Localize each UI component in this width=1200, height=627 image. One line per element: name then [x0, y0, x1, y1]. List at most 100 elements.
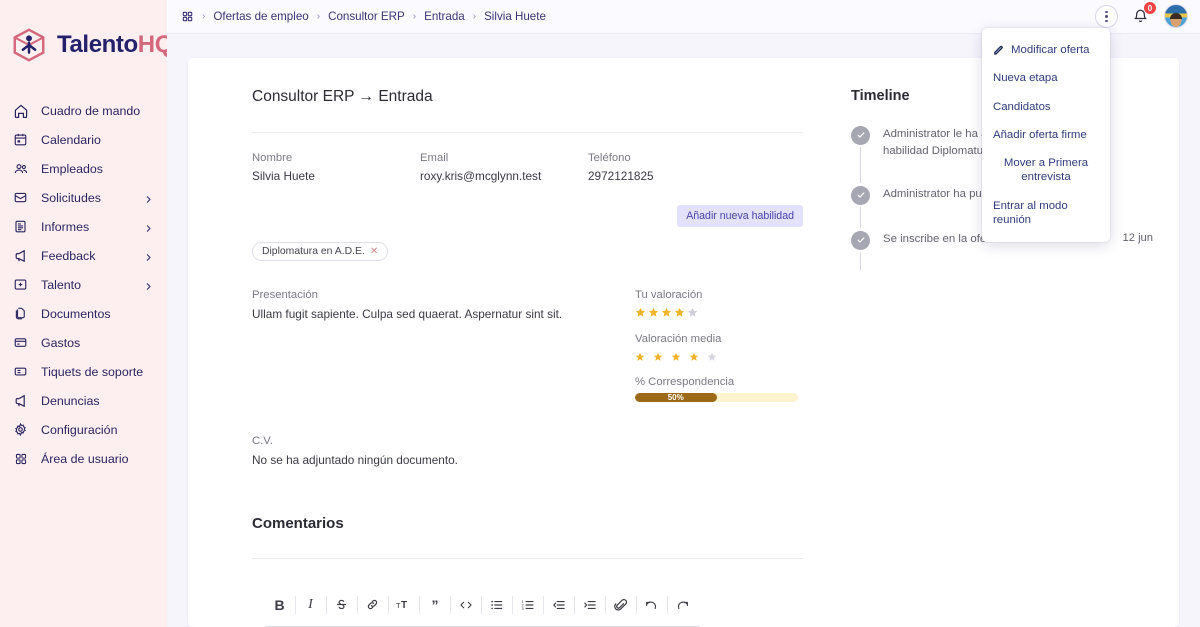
menu-item-label: Candidatos: [993, 100, 1051, 113]
sidebar-item-label: Solicitudes: [41, 190, 101, 205]
notifications-button[interactable]: 0: [1131, 2, 1156, 26]
field-label: Teléfono: [588, 151, 631, 164]
star-filled: [635, 349, 645, 361]
skill-chip[interactable]: Diplomatura en A.D.E. ✕: [252, 241, 389, 261]
bold-icon[interactable]: B: [264, 593, 295, 617]
indent-icon[interactable]: [574, 593, 605, 617]
star-empty[interactable]: [687, 305, 698, 317]
sidebar-item-configuracion[interactable]: Configuración: [0, 415, 167, 444]
field-value: roxy.kris@mcglynn.test: [420, 168, 542, 183]
your-rating-stars[interactable]: [635, 305, 803, 317]
topbar-actions: 0: [1095, 2, 1188, 29]
ticket-icon: [12, 363, 29, 380]
menu-item-label: Mover a Primera entrevista: [1003, 157, 1089, 184]
sidebar-item-label: Denuncias: [41, 393, 100, 408]
grid-icon[interactable]: [181, 10, 194, 23]
cube-person-logo-icon: [10, 26, 48, 64]
numbered-list-icon[interactable]: 123: [512, 593, 543, 617]
field-label: Nombre: [252, 151, 293, 164]
sidebar-item-label: Documentos: [41, 306, 111, 321]
sidebar: TalentoHQ Cuadro de mando Calendario Emp…: [0, 0, 173, 627]
breadcrumb-item-1[interactable]: Consultor ERP: [328, 10, 405, 23]
code-icon[interactable]: [450, 593, 481, 617]
sidebar-item-cuadro-de-mando[interactable]: Cuadro de mando: [0, 96, 167, 125]
presentation-and-ratings: Presentación Ullam fugit sapiente. Culpa…: [252, 289, 803, 402]
star-filled[interactable]: [648, 305, 659, 317]
text-size-icon[interactable]: TT: [388, 593, 419, 617]
add-skill-button[interactable]: Añadir nueva habilidad: [677, 204, 803, 227]
calendar-icon: [12, 131, 29, 148]
menu-item-nueva-etapa[interactable]: Nueva etapa: [982, 64, 1110, 92]
divider: [252, 557, 803, 559]
breadcrumb-item-2[interactable]: Entrada: [424, 10, 465, 23]
sidebar-nav: Cuadro de mando Calendario Empleados Sol…: [0, 96, 167, 473]
card-icon: [12, 334, 29, 351]
menu-item-entrar-al-modo-reunion[interactable]: Entrar al modo reunión: [982, 192, 1110, 235]
report-icon: [12, 218, 29, 235]
kebab-menu-icon[interactable]: [1095, 4, 1118, 28]
sidebar-item-label: Informes: [41, 219, 90, 234]
star-filled: [671, 349, 681, 361]
star-filled[interactable]: [635, 305, 646, 317]
brand-logo[interactable]: TalentoHQ: [0, 22, 173, 68]
breadcrumb-item-0[interactable]: Ofertas de empleo: [213, 10, 308, 23]
comments-title: Comentarios: [252, 514, 344, 532]
check-icon: [851, 230, 870, 250]
sidebar-item-label: Calendario: [41, 132, 101, 147]
cv-label: C.V.: [252, 434, 273, 447]
italic-icon[interactable]: I: [295, 593, 326, 617]
sidebar-item-gastos[interactable]: Gastos: [0, 328, 167, 357]
average-rating-label: Valoración media: [635, 332, 722, 345]
attachment-icon[interactable]: [605, 593, 636, 617]
menu-item-label: Modificar oferta: [1011, 44, 1090, 56]
sidebar-item-calendario[interactable]: Calendario: [0, 125, 167, 154]
strikethrough-icon[interactable]: [326, 593, 357, 617]
star-filled[interactable]: [661, 305, 672, 317]
sidebar-item-informes[interactable]: Informes: [0, 212, 167, 241]
sidebar-item-documentos[interactable]: Documentos: [0, 299, 167, 328]
average-rating-stars: [635, 349, 803, 361]
sidebar-item-empleados[interactable]: Empleados: [0, 154, 167, 183]
avatar-hair: [1170, 12, 1182, 19]
home-icon: [12, 102, 29, 119]
sidebar-item-talento[interactable]: Talento: [0, 270, 167, 299]
match-progress-value: 50%: [667, 392, 684, 402]
star-empty: [707, 349, 717, 361]
redo-icon[interactable]: [667, 593, 698, 617]
sidebar-item-area-de-usuario[interactable]: Área de usuario: [0, 444, 167, 473]
menu-item-label: Entrar al modo reunión: [993, 199, 1068, 226]
menu-item-mover-a-primera-entrevista[interactable]: Mover a Primera entrevista: [982, 149, 1110, 192]
outdent-icon[interactable]: [543, 593, 574, 617]
menu-item-label: Añadir oferta firme: [993, 128, 1087, 141]
avatar[interactable]: [1164, 4, 1188, 29]
star-filled[interactable]: [674, 305, 685, 317]
skills-list: Diplomatura en A.D.E. ✕: [252, 241, 803, 261]
sidebar-item-denuncias[interactable]: Denuncias: [0, 386, 167, 415]
field-telefono: Teléfono 2972121825: [588, 152, 654, 183]
app-root: TalentoHQ Cuadro de mando Calendario Emp…: [0, 0, 1200, 627]
sidebar-item-tiquets-de-soporte[interactable]: Tiquets de soporte: [0, 357, 167, 386]
sidebar-item-feedback[interactable]: Feedback: [0, 241, 167, 270]
svg-text:3: 3: [521, 605, 524, 610]
link-icon[interactable]: [357, 593, 388, 617]
menu-item-candidatos[interactable]: Candidatos: [982, 93, 1110, 121]
users-icon: [12, 160, 29, 177]
field-nombre: Nombre Silvia Huete: [252, 152, 420, 183]
match-progress-track: 50%: [635, 392, 798, 402]
field-label: Email: [420, 151, 449, 164]
undo-icon[interactable]: [636, 593, 667, 617]
breadcrumb: › Ofertas de empleo › Consultor ERP › En…: [181, 10, 1095, 23]
sidebar-item-solicitudes[interactable]: Solicitudes: [0, 183, 167, 212]
menu-item-anadir-oferta-firme[interactable]: Añadir oferta firme: [982, 121, 1110, 149]
breadcrumb-separator: ›: [412, 10, 417, 22]
bullet-list-icon[interactable]: [481, 593, 512, 617]
page-title: Consultor ERP → Entrada: [252, 87, 433, 105]
notification-badge: 0: [1144, 2, 1156, 15]
menu-item-modificar-oferta[interactable]: Modificar oferta: [982, 36, 1110, 64]
sidebar-item-label: Feedback: [41, 248, 96, 263]
close-icon[interactable]: ✕: [370, 246, 378, 257]
breadcrumb-item-3[interactable]: Silvia Huete: [484, 10, 546, 23]
brand-name-part1: Talento: [57, 31, 138, 58]
match-label: % Correspondencia: [635, 375, 735, 388]
quote-icon[interactable]: ”: [419, 593, 450, 617]
